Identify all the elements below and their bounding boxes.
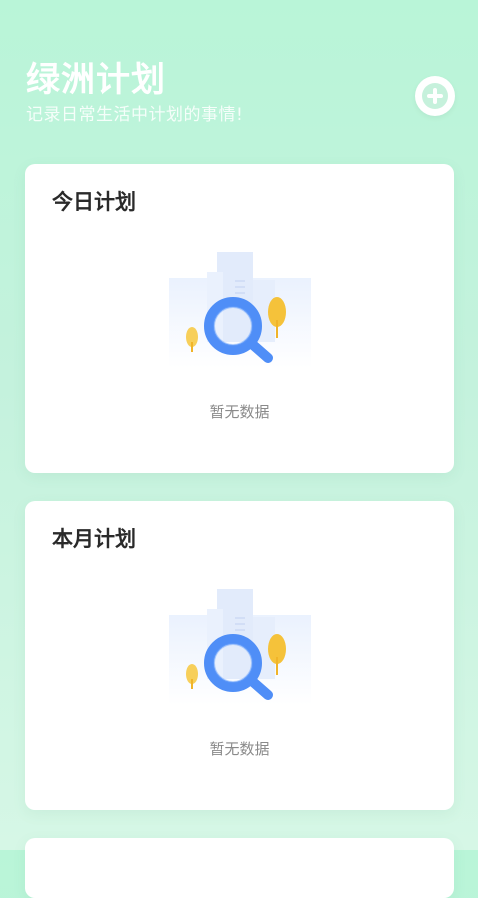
add-plan-button[interactable] bbox=[415, 76, 455, 116]
card-title: 今日计划 bbox=[52, 190, 136, 214]
empty-search-illustration bbox=[169, 252, 311, 368]
empty-search-illustration bbox=[169, 589, 311, 705]
month-plan-card: 本月计划 暂无数据 bbox=[25, 501, 454, 810]
card-title: 本月计划 bbox=[52, 527, 136, 551]
page-subtitle: 记录日常生活中计划的事情! bbox=[26, 105, 244, 125]
empty-state-text: 暂无数据 bbox=[209, 740, 270, 758]
plus-icon bbox=[422, 83, 448, 109]
page-header: 绿洲计划 记录日常生活中计划的事情! bbox=[0, 0, 478, 160]
next-plan-card bbox=[25, 838, 454, 898]
page-title: 绿洲计划 bbox=[26, 60, 166, 100]
empty-state-text: 暂无数据 bbox=[209, 403, 270, 421]
today-plan-card: 今日计划 暂无数据 bbox=[25, 164, 454, 473]
